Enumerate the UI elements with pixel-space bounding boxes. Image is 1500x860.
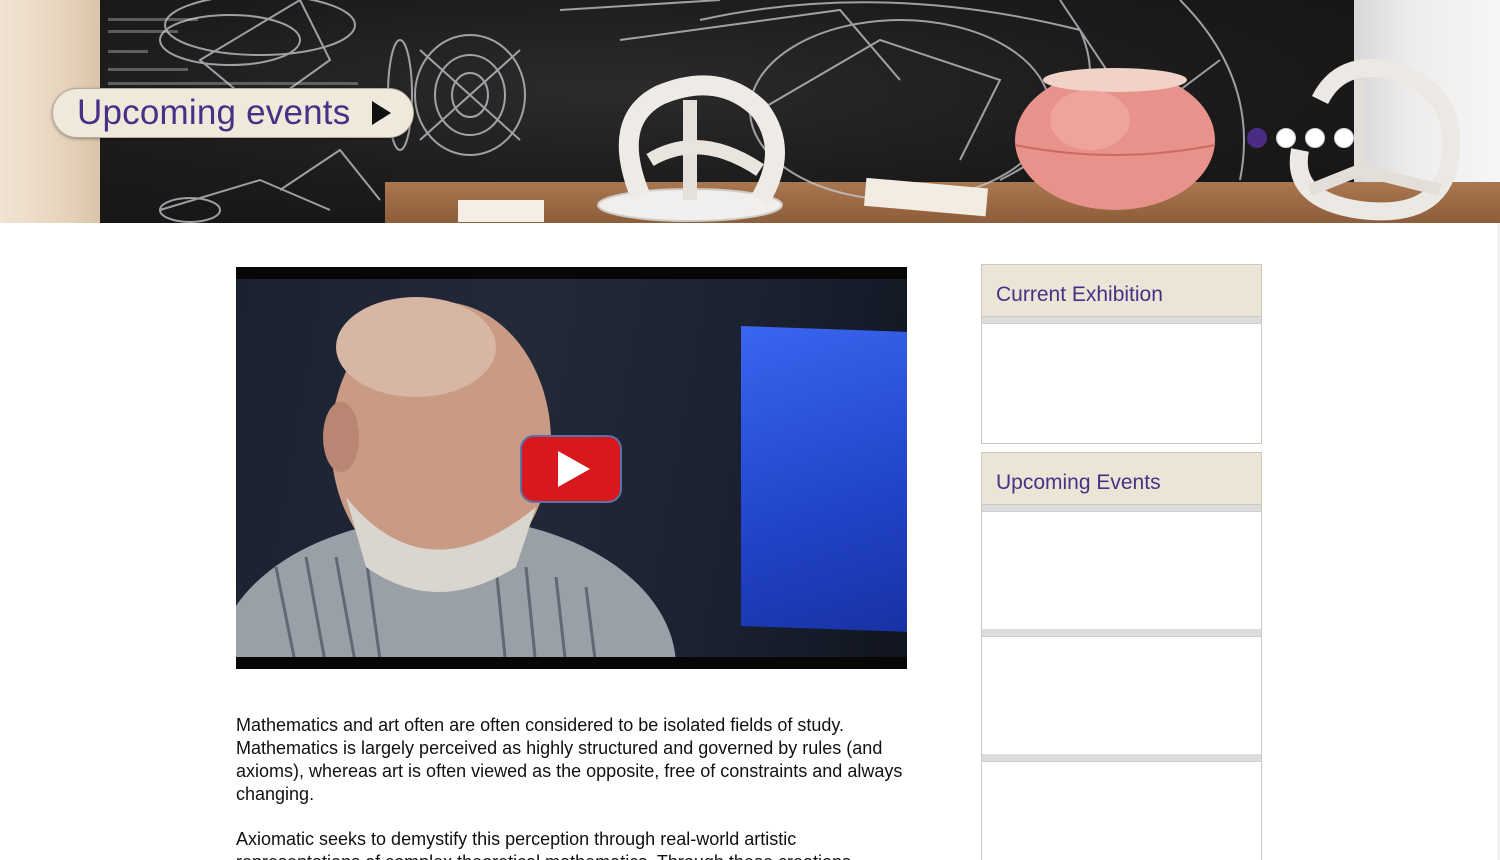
upcoming-events-button[interactable]: Upcoming events	[52, 88, 414, 138]
carousel-dot-4[interactable]	[1334, 128, 1354, 148]
upcoming-events-heading: Upcoming Events	[982, 453, 1261, 505]
current-exhibition-heading: Current Exhibition	[982, 265, 1261, 317]
upcoming-events-label: Upcoming events	[77, 93, 351, 132]
current-exhibition-content[interactable]	[982, 324, 1261, 442]
sculpture-knot-left	[597, 75, 785, 222]
video-player[interactable]	[236, 267, 907, 669]
video-bottom-bar	[236, 657, 907, 669]
carousel-dot-3[interactable]	[1305, 128, 1325, 148]
article-paragraph-2: Axiomatic seeks to demystify this percep…	[236, 829, 851, 860]
event-item[interactable]	[982, 637, 1261, 755]
carousel-dot-1[interactable]	[1247, 128, 1267, 148]
video-play-button[interactable]	[520, 435, 622, 503]
intro-article: Mathematics and art often are often cons…	[236, 714, 908, 860]
book-left	[458, 200, 544, 222]
current-exhibition-panel: Current Exhibition	[981, 264, 1262, 444]
article-paragraph-1: Mathematics and art often are often cons…	[236, 715, 903, 804]
panel-divider	[982, 630, 1261, 637]
panel-divider	[982, 755, 1261, 762]
carousel-dots	[1247, 128, 1354, 148]
panel-divider	[982, 317, 1261, 324]
event-item[interactable]	[982, 512, 1261, 630]
hero-banner: Upcoming events	[0, 0, 1500, 223]
arrow-right-icon	[372, 101, 392, 125]
carousel-dot-2[interactable]	[1276, 128, 1296, 148]
chalk-notes	[108, 18, 358, 97]
event-item[interactable]	[982, 762, 1261, 860]
video-top-bar	[236, 267, 907, 279]
upcoming-events-panel: Upcoming Events	[981, 452, 1262, 860]
book-right	[864, 177, 988, 217]
play-icon	[558, 451, 590, 487]
panel-divider	[982, 505, 1261, 512]
